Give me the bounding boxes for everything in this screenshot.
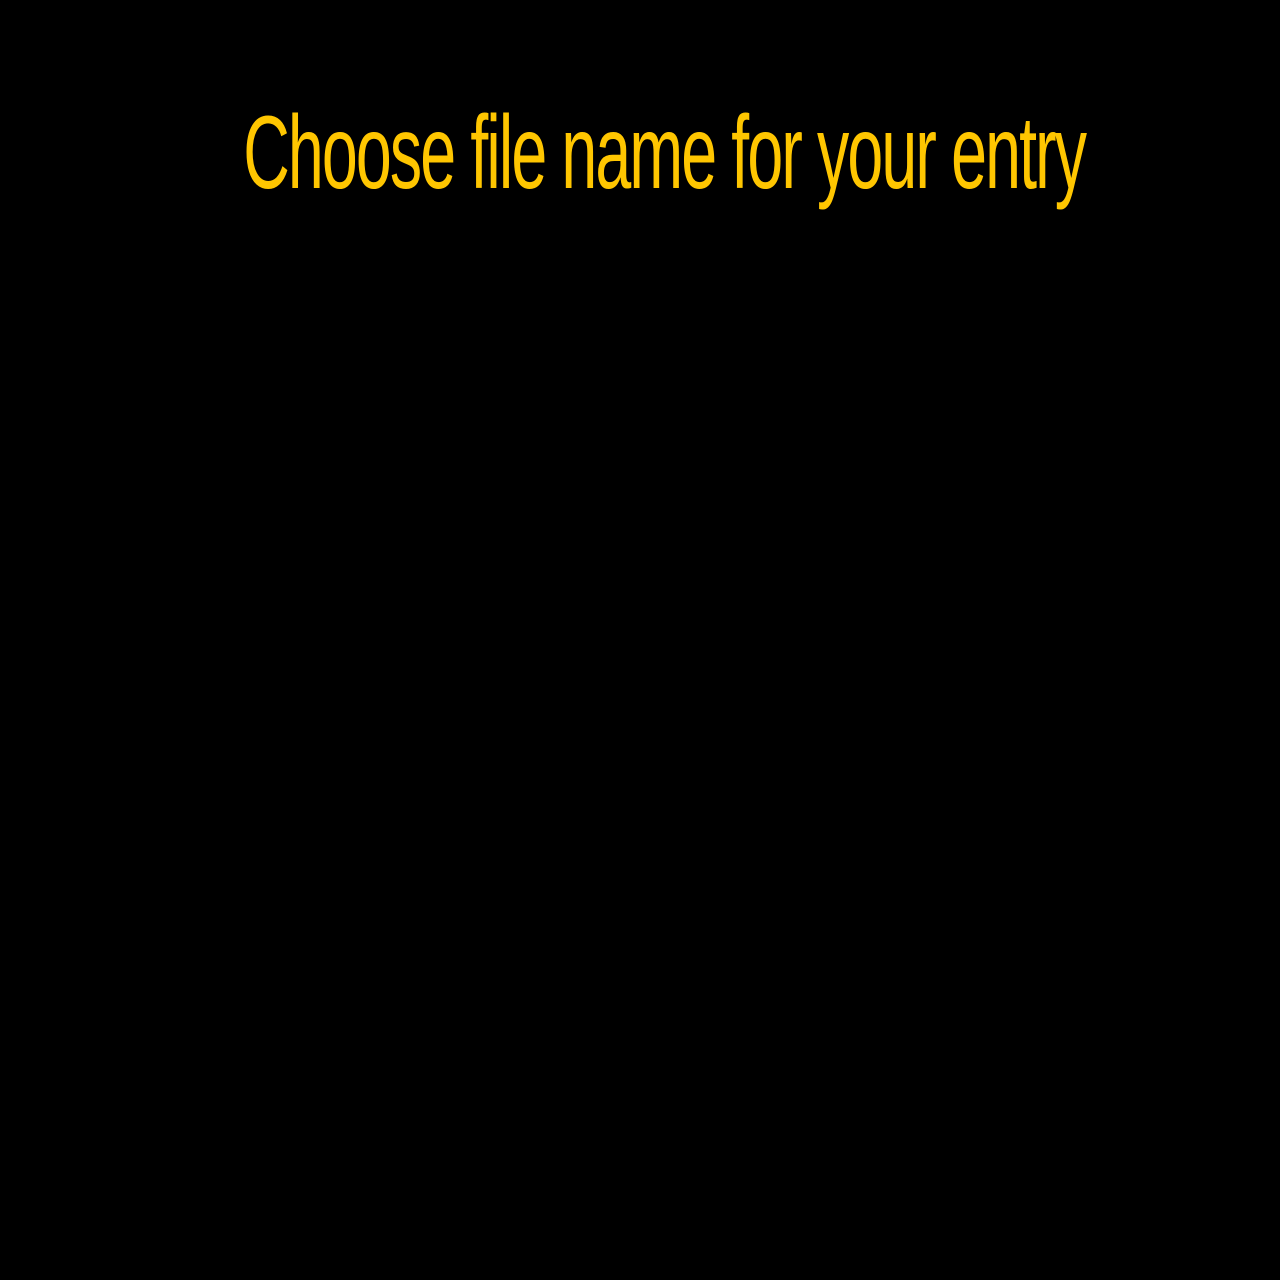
page-title: Choose file name for your entry	[243, 95, 1087, 211]
file-name-screen: Choose file name for your entry	[0, 0, 1280, 1280]
